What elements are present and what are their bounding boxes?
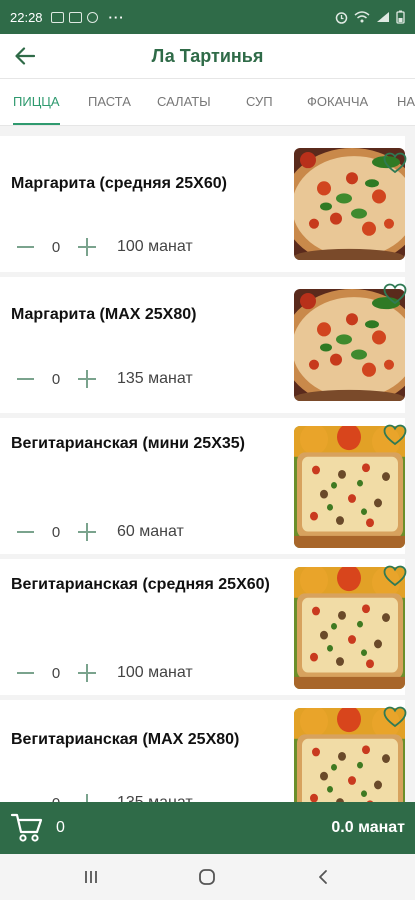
status-icons [335, 10, 405, 24]
system-back-button[interactable] [308, 864, 338, 890]
battery-icon [396, 10, 405, 24]
heart-icon [383, 424, 407, 446]
status-bar: 22:28 ··· [0, 0, 415, 34]
cart-icon [10, 813, 43, 842]
favorite-button[interactable] [383, 706, 407, 728]
item-name: Вегитарианская (мини 25Х35) [11, 435, 245, 452]
quantity-stepper: 0 60 манат [14, 519, 184, 545]
item-image[interactable] [294, 289, 405, 401]
list-item[interactable]: Вегитарианская (мини 25Х35) 0 60 манат [0, 418, 407, 554]
quantity-value: 0 [51, 238, 61, 256]
heart-icon [383, 565, 407, 587]
tab-pizza[interactable]: ПИЦЦА [13, 79, 60, 125]
menu-list[interactable]: Маргарита (средняя 25Х60) 0 100 манат Ма… [0, 126, 415, 802]
decrease-button[interactable] [14, 366, 36, 392]
page-title: Ла Тартинья [151, 45, 264, 66]
heart-icon [383, 152, 407, 174]
item-name: Вегитарианская (средняя 25Х60) [11, 576, 270, 593]
back-icon [319, 870, 327, 884]
signal-icon [377, 12, 389, 22]
decrease-button[interactable] [14, 234, 36, 260]
item-price: 100 манат [117, 664, 193, 681]
back-button[interactable] [12, 44, 38, 68]
increase-button[interactable] [76, 234, 98, 260]
list-item[interactable]: Вегитарианская (MAX 25Х80) 0 135 манат [0, 700, 407, 802]
more-notifications-icon: ··· [108, 9, 125, 25]
cart-bar[interactable]: 0 0.0 манат [0, 802, 415, 854]
heart-icon [383, 283, 407, 305]
arrow-left-icon [15, 47, 35, 65]
recent-apps-icon [85, 871, 97, 883]
status-time: 22:28 [10, 9, 43, 25]
heart-icon [383, 706, 407, 728]
category-tabs: ПИЦЦА ПАСТА САЛАТЫ СУП ФОКАЧЧА НА [0, 78, 415, 126]
quantity-stepper: 0 135 манат [14, 366, 193, 392]
home-icon [199, 869, 215, 885]
cart-button[interactable] [10, 810, 44, 849]
wifi-icon [354, 11, 370, 23]
item-price: 135 манат [117, 370, 193, 387]
quantity-stepper: 0 100 манат [14, 660, 193, 686]
increase-button[interactable] [76, 660, 98, 686]
increase-button[interactable] [76, 366, 98, 392]
list-item[interactable]: Вегитарианская (средняя 25Х60) 0 100 ман… [0, 559, 407, 695]
list-item[interactable]: Маргарита (средняя 25Х60) 0 100 манат [0, 136, 407, 272]
quantity-stepper: 0 100 манат [14, 234, 193, 260]
increase-button[interactable] [76, 790, 98, 802]
home-button[interactable] [192, 864, 222, 890]
quantity-value: 0 [51, 523, 61, 541]
increase-button[interactable] [76, 519, 98, 545]
quantity-value: 0 [36, 795, 76, 803]
image-icon [50, 11, 64, 23]
system-nav-bar [0, 854, 415, 900]
tab-focaccia[interactable]: ФОКАЧЧА [307, 79, 368, 125]
decrease-button[interactable] [14, 519, 36, 545]
cart-total: 0.0 манат [331, 819, 405, 836]
tab-more[interactable]: НА [397, 79, 415, 125]
favorite-button[interactable] [383, 283, 407, 305]
favorite-button[interactable] [383, 424, 407, 446]
item-price: 100 манат [117, 238, 193, 255]
notification-icon [86, 11, 98, 23]
decrease-button[interactable] [14, 660, 36, 686]
item-name: Маргарита (средняя 25Х60) [11, 175, 227, 192]
tab-soup[interactable]: СУП [246, 79, 273, 125]
item-name: Маргарита (MAX 25Х80) [11, 306, 197, 323]
favorite-button[interactable] [383, 565, 407, 587]
decrease-button[interactable] [14, 790, 36, 802]
app-bar: Ла Тартинья [0, 34, 415, 78]
cart-count: 0 [56, 819, 65, 836]
tab-salads[interactable]: САЛАТЫ [157, 79, 211, 125]
quantity-value: 0 [51, 370, 61, 388]
favorite-button[interactable] [383, 152, 407, 174]
item-price: 135 манат [117, 794, 193, 802]
item-price: 60 манат [117, 523, 184, 540]
alarm-icon [335, 11, 348, 24]
list-item[interactable]: Маргарита (MAX 25Х80) 0 135 манат [0, 277, 407, 413]
quantity-stepper: 0 135 манат [14, 790, 193, 802]
item-name: Вегитарианская (MAX 25Х80) [11, 731, 240, 748]
tab-pasta[interactable]: ПАСТА [88, 79, 131, 125]
quantity-value: 0 [51, 664, 61, 682]
recent-apps-button[interactable] [76, 864, 106, 890]
camera-icon [68, 11, 82, 23]
